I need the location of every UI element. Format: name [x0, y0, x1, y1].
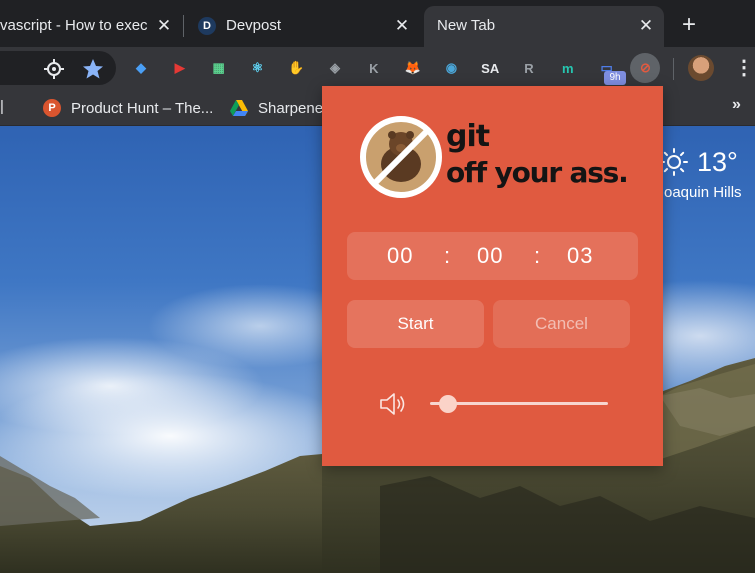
tab-javascript[interactable]: vascript - How to execu ✕: [0, 6, 182, 47]
tab-strip: vascript - How to execu ✕ D Devpost ✕ Ne…: [0, 0, 755, 47]
new-tab-button[interactable]: +: [676, 12, 702, 38]
profile-avatar[interactable]: [688, 55, 714, 81]
bookmarks-overflow-icon[interactable]: »: [732, 96, 741, 114]
tab-title: New Tab: [437, 17, 496, 34]
timer-minutes[interactable]: 00: [477, 243, 503, 269]
tab-new-tab[interactable]: New Tab ✕: [424, 6, 664, 47]
weather-temperature: 13°: [697, 147, 738, 177]
tab-divider: [183, 15, 184, 37]
product-hunt-icon: P: [43, 99, 61, 117]
start-button[interactable]: Start: [347, 300, 484, 348]
volume-icon[interactable]: [378, 389, 408, 419]
drive-icon: [230, 100, 248, 116]
brand-title: git: [446, 119, 490, 154]
stop-hand-icon[interactable]: ✋: [284, 56, 308, 80]
extension-popup: git off your ass. 00 : 00 : 03 Start Can…: [322, 86, 663, 466]
k-icon[interactable]: K: [362, 56, 386, 80]
toolbar-divider: [673, 58, 674, 80]
cancel-button[interactable]: Cancel: [493, 300, 630, 348]
bookmark-fragment: |: [0, 98, 4, 115]
sa-icon[interactable]: SA: [478, 56, 502, 80]
weather-location: oaquin Hills: [664, 184, 742, 201]
extension-badge: 9h: [604, 71, 626, 85]
timer-separator: :: [534, 243, 542, 268]
bookmark-star-icon[interactable]: [82, 58, 104, 80]
brand-subtitle: off your ass.: [446, 156, 629, 189]
metamask-icon[interactable]: 🦊: [401, 56, 425, 80]
volume-slider-thumb[interactable]: [438, 395, 457, 413]
close-icon[interactable]: ✕: [154, 16, 174, 36]
more-menu-icon[interactable]: ⋮: [734, 56, 754, 80]
react-icon[interactable]: ⚛: [245, 56, 269, 80]
no-bear-logo-icon: [360, 116, 442, 198]
spreadsheet-icon[interactable]: ▦: [207, 56, 231, 80]
bookmark-label: Sharpene: [258, 99, 324, 117]
close-icon[interactable]: ✕: [392, 16, 412, 36]
youtube-icon[interactable]: ▶: [168, 56, 192, 80]
timer-separator: :: [444, 243, 452, 268]
browser-toolbar: ◆ ▶ ▦ ⚛ ✋ ◈ K 🦊 ◉ SA Rm ▭ ⊘: [0, 47, 755, 90]
tab-title: Devpost: [226, 17, 282, 34]
m-icon[interactable]: m: [556, 56, 580, 80]
eye-icon[interactable]: ◉: [439, 56, 463, 80]
gem-icon[interactable]: ◆: [129, 56, 153, 80]
tab-devpost[interactable]: D Devpost ✕: [188, 6, 420, 47]
timer-seconds[interactable]: 03: [567, 243, 593, 269]
r-icon[interactable]: R: [517, 56, 541, 80]
timer-hours[interactable]: 00: [387, 243, 413, 269]
bookmark-product-hunt[interactable]: P Product Hunt – The...: [43, 98, 213, 118]
tab-title: vascript - How to execu: [0, 17, 148, 34]
close-icon[interactable]: ✕: [636, 16, 656, 36]
git-off-your-ass-extension-icon[interactable]: ⊘: [630, 53, 661, 83]
sun-icon: [660, 148, 688, 176]
location-target-icon[interactable]: [44, 59, 64, 79]
layers-icon[interactable]: ◈: [323, 56, 347, 80]
bookmark-sharpener[interactable]: Sharpene: [230, 98, 323, 118]
bookmark-label: Product Hunt – The...: [71, 99, 214, 117]
devpost-icon: D: [198, 17, 216, 35]
timer-display[interactable]: 00 : 00 : 03: [347, 232, 638, 280]
